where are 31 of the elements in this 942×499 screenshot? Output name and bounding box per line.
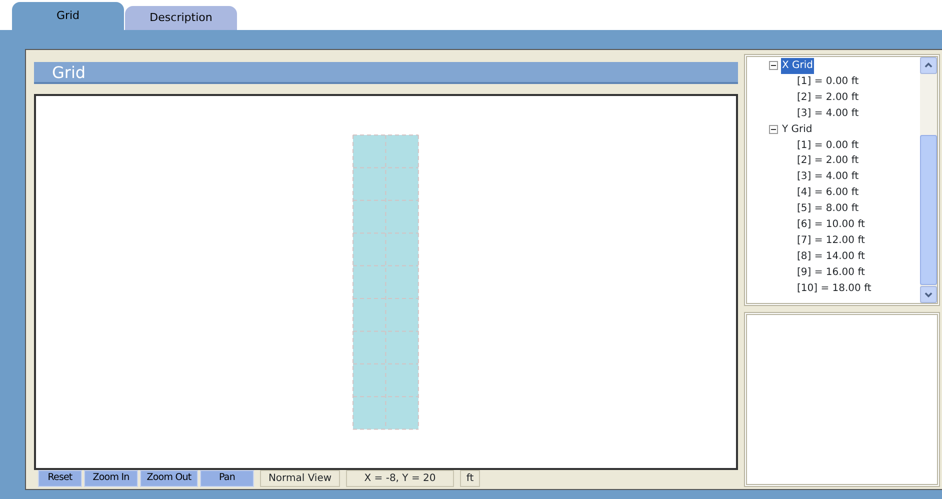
tree-leaf[interactable]: [3] = 4.00 ft (797, 169, 920, 186)
tree-leaf[interactable]: [7] = 12.00 ft (797, 232, 920, 249)
toolbar-button[interactable]: Pan (200, 470, 254, 487)
tree-leaf[interactable]: [5] = 8.00 ft (797, 201, 920, 218)
tree-leaf[interactable]: [8] = 14.00 ft (797, 248, 920, 265)
scroll-thumb[interactable] (920, 135, 937, 285)
toolbar-button[interactable]: Zoom Out (140, 470, 198, 487)
units-label: ft (460, 470, 480, 487)
panel-title: Grid (34, 62, 738, 84)
view-mode-label: Normal View (260, 470, 340, 487)
tree-leaf[interactable]: [1] = 0.00 ft (797, 74, 920, 90)
tree-leaf[interactable]: [6] = 10.00 ft (797, 217, 920, 233)
tree-leaf[interactable]: [4] = 6.00 ft (797, 185, 920, 202)
tree-leaf[interactable]: [2] = 2.00 ft (797, 153, 920, 170)
tree-node[interactable]: X Grid (781, 58, 814, 74)
toolbar-button[interactable]: Zoom In (84, 470, 138, 487)
tree-leaf[interactable]: [3] = 4.00 ft (797, 106, 920, 122)
tree-leaf[interactable]: [1] = 0.00 ft (797, 138, 920, 154)
tree-leaf[interactable]: [9] = 16.00 ft (797, 264, 920, 281)
tab[interactable]: Description (125, 6, 237, 30)
coordinates-readout: X = -8, Y = 20 (346, 470, 454, 487)
toolbar-button[interactable]: Reset (38, 470, 82, 487)
collapse-icon[interactable] (769, 125, 778, 134)
tab[interactable]: Grid (12, 2, 124, 30)
collapse-icon[interactable] (769, 61, 778, 70)
tree-leaf[interactable]: [2] = 2.00 ft (797, 90, 920, 106)
tree-node[interactable]: Y Grid (781, 122, 814, 138)
scrollbar[interactable] (920, 57, 937, 303)
tree-leaf[interactable]: [10] = 18.00 ft (797, 280, 920, 297)
scroll-up-icon[interactable] (920, 57, 937, 74)
scroll-down-icon[interactable] (920, 286, 937, 303)
